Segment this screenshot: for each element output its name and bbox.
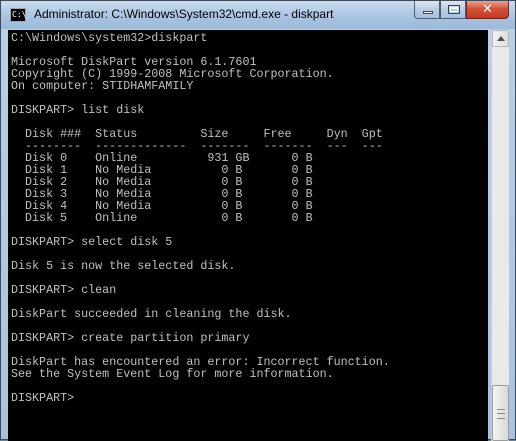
console-line: Disk 5 is now the selected disk. (11, 259, 236, 273)
scrollbar-thumb[interactable] (492, 385, 509, 441)
caption-buttons: ✕ (414, 1, 509, 21)
console-text: C:\Windows\system32>diskpart Microsoft D… (8, 30, 488, 404)
maximize-icon (448, 5, 460, 14)
console-line: DISKPART> clean (11, 283, 117, 297)
minimize-button[interactable] (414, 1, 440, 19)
console-line: DISKPART> select disk 5 (11, 235, 173, 249)
scroll-grip-icon (497, 409, 505, 419)
cmd-app-icon[interactable]: C:\ (10, 8, 26, 22)
console-line: On computer: STIDHAMFAMILY (11, 79, 194, 93)
cmd-icon-label: C:\ (12, 10, 27, 19)
console-line: DISKPART> (11, 391, 75, 405)
console-line: DISKPART> list disk (11, 103, 145, 117)
console-line: DiskPart succeeded in cleaning the disk. (11, 307, 292, 321)
console-line: See the System Event Log for more inform… (11, 367, 334, 381)
console-line: DISKPART> create partition primary (11, 331, 250, 345)
console-line: Disk 5 Online 0 B 0 B (11, 211, 313, 225)
scroll-up-arrow-icon[interactable] (492, 30, 509, 47)
window-title: Administrator: C:\Windows\System32\cmd.e… (34, 7, 334, 21)
console-line: C:\Windows\system32>diskpart (11, 31, 208, 45)
close-button[interactable]: ✕ (466, 1, 509, 19)
minimize-icon (423, 11, 433, 14)
cmd-window: C:\ Administrator: C:\Windows\System32\c… (0, 0, 516, 441)
title-bar[interactable]: C:\ Administrator: C:\Windows\System32\c… (1, 1, 515, 29)
maximize-button[interactable] (440, 1, 466, 19)
console-output[interactable]: C:\Windows\system32>diskpart Microsoft D… (8, 30, 488, 441)
vertical-scrollbar[interactable] (491, 30, 509, 441)
close-icon: ✕ (482, 2, 493, 17)
